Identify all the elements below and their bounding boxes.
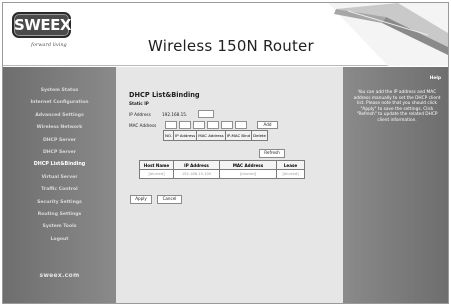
binding-col-mac-address: MAC Address (196, 130, 226, 141)
binding-col-delete: Delete (251, 130, 268, 141)
binding-col-ip-address: IP Address (173, 130, 198, 141)
ip-prefix-text: 192.168.15. (162, 112, 188, 117)
apply-button[interactable]: Apply (130, 195, 152, 204)
sidebar: System Status Internet Configuration Adv… (3, 67, 116, 303)
cancel-button[interactable]: Cancel (157, 195, 182, 204)
sidebar-item-internet-configuration[interactable]: Internet Configuration (3, 97, 116, 109)
help-text: You can add the IP address and MAC addre… (353, 90, 441, 123)
sidebar-item-traffic-control[interactable]: Traffic Control (3, 184, 116, 196)
mac-address-label: MAC Address (129, 123, 157, 128)
page-header-title: Wireless 150N Router (148, 37, 314, 55)
table-row: [blurred] 192.168.15.100 [blurred] [blur… (139, 169, 305, 179)
sidebar-item-wireless-network[interactable]: Wireless Network (3, 122, 116, 134)
router-image (328, 3, 448, 66)
dhcp-lease-table: Host Name IP Address MAC Address Lease [… (139, 160, 305, 179)
help-title: Help (429, 76, 441, 81)
logo-tagline: forward living (31, 42, 67, 48)
static-ip-heading: Static IP (129, 101, 149, 106)
sidebar-item-system-tools[interactable]: System Tools (3, 221, 116, 233)
sidebar-item-routing-settings[interactable]: Routing Settings (3, 209, 116, 221)
sidebar-footer-brand: sweex.com (39, 272, 80, 279)
refresh-button[interactable]: Refresh (259, 149, 285, 158)
sweex-logo: SWEEX (12, 12, 71, 38)
sidebar-item-security-settings[interactable]: Security Settings (3, 197, 116, 209)
sidebar-menu: System Status Internet Configuration Adv… (3, 67, 116, 246)
sidebar-item-virtual-server[interactable]: Virtual Server (3, 172, 116, 184)
header: SWEEX forward living Wireless 150N Route… (3, 3, 448, 66)
lease-col-host-name: Host Name (139, 160, 174, 170)
binding-col-ip-mac-bind: IP-MAC Bind (224, 130, 253, 141)
sidebar-item-dhcp-server[interactable]: DHCP Server (3, 135, 116, 147)
page-title: DHCP List&Binding (129, 91, 200, 99)
sidebar-item-system-status[interactable]: System Status (3, 85, 116, 97)
binding-col-no: NO. (162, 130, 175, 141)
lease-ip-cell: 192.168.15.100 (173, 169, 220, 179)
lease-col-ip-address: IP Address (173, 160, 220, 170)
ip-last-octet-input[interactable] (198, 109, 214, 118)
mac-octet-6-input[interactable] (235, 120, 247, 129)
mac-octet-3-input[interactable] (193, 120, 205, 129)
sidebar-item-dhcp-server-2[interactable]: DHCP Server (3, 147, 116, 159)
sidebar-item-dhcp-list-binding[interactable]: DHCP List&Binding (3, 159, 116, 171)
lease-mac-cell: [blurred] (219, 169, 277, 179)
help-panel: Help You can add the IP address and MAC … (343, 67, 448, 303)
lease-col-lease: Lease (276, 160, 305, 170)
ip-address-label: IP Address (129, 112, 151, 117)
binding-table-header: NO. IP Address MAC Address IP-MAC Bind D… (162, 130, 268, 141)
sidebar-item-advanced-settings[interactable]: Advanced Settings (3, 110, 116, 122)
main-content: DHCP List&Binding Static IP IP Address 1… (116, 67, 343, 303)
sidebar-item-logout[interactable]: Logout (3, 234, 116, 246)
router-admin-window: SWEEX forward living Wireless 150N Route… (2, 2, 449, 304)
lease-time-cell: [blurred] (276, 169, 305, 179)
mac-octet-2-input[interactable] (179, 120, 191, 129)
mac-octet-1-input[interactable] (165, 120, 177, 129)
lease-col-mac-address: MAC Address (219, 160, 277, 170)
lease-host-cell: [blurred] (139, 169, 174, 179)
add-button[interactable]: Add (257, 120, 278, 129)
mac-octet-4-input[interactable] (207, 120, 219, 129)
mac-octet-5-input[interactable] (221, 120, 233, 129)
